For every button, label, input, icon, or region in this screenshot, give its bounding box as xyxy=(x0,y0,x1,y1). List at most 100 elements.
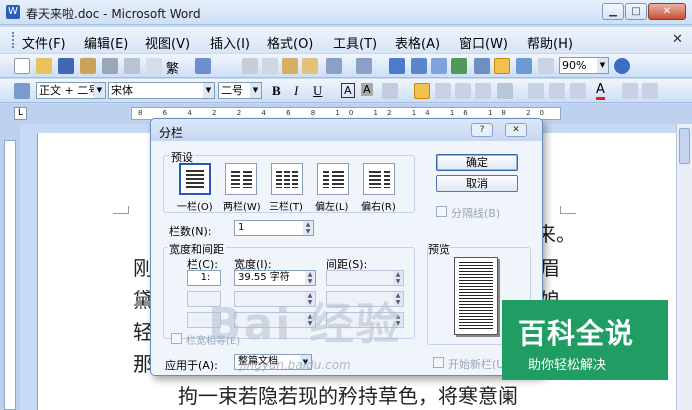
align-center-icon[interactable] xyxy=(435,83,451,99)
zoom-value: 90% xyxy=(562,59,587,72)
redo-icon[interactable] xyxy=(356,58,372,74)
line-spacing-icon[interactable] xyxy=(497,83,513,99)
italic-button[interactable]: I xyxy=(294,83,298,99)
research-icon[interactable] xyxy=(146,58,162,74)
zoom-select[interactable]: 90% ▼ xyxy=(559,57,609,74)
col-number-1-text: 1: xyxy=(200,272,211,283)
dialog-close-button[interactable]: ✕ xyxy=(505,123,527,137)
insert-excel-icon[interactable] xyxy=(451,58,467,74)
numbering-icon[interactable] xyxy=(528,83,544,99)
align-right-icon[interactable] xyxy=(455,83,471,99)
spelling-icon[interactable] xyxy=(195,58,211,74)
font-color-button[interactable]: A xyxy=(596,82,605,100)
char-border-button[interactable]: A xyxy=(341,83,355,98)
columns-icon[interactable] xyxy=(474,58,490,74)
underline-button[interactable]: U xyxy=(313,83,322,99)
preset-right-label: 偏右(R) xyxy=(361,202,396,213)
scroll-thumb[interactable] xyxy=(679,128,690,164)
preset-one[interactable] xyxy=(179,163,211,195)
spacing-input-1[interactable]: ▲ ▼ xyxy=(326,270,404,286)
paste-icon[interactable] xyxy=(282,58,298,74)
permission-icon[interactable] xyxy=(80,58,96,74)
grow-font-icon[interactable] xyxy=(622,83,638,99)
maximize-button[interactable]: □ xyxy=(625,3,647,20)
format-painter-icon[interactable] xyxy=(302,58,318,74)
tables-borders-icon[interactable] xyxy=(411,58,427,74)
spin-arrows-icon: ▲ ▼ xyxy=(393,271,403,285)
width-input-1[interactable]: 39.55 字符 ▲ ▼ xyxy=(234,270,316,286)
help-icon[interactable] xyxy=(614,58,630,74)
menu-help[interactable]: 帮助(H) xyxy=(527,33,573,52)
save-icon[interactable] xyxy=(58,58,74,74)
print-preview-icon[interactable] xyxy=(124,58,140,74)
preset-two[interactable] xyxy=(225,163,257,195)
separator-checkbox[interactable] xyxy=(436,206,447,217)
cancel-button[interactable]: 取消 xyxy=(436,175,518,192)
close-button[interactable]: ✕ xyxy=(648,3,686,20)
open-icon[interactable] xyxy=(36,58,52,74)
menu-insert[interactable]: 插入(I) xyxy=(210,33,250,52)
align-left-icon[interactable] xyxy=(414,83,430,99)
print-icon[interactable] xyxy=(102,58,118,74)
shrink-font-icon[interactable] xyxy=(642,83,658,99)
spin-arrows-icon[interactable]: ▲ ▼ xyxy=(305,271,315,285)
preset-two-label: 两栏(W) xyxy=(223,202,261,213)
spin-arrows-icon[interactable]: ▲ ▼ xyxy=(303,221,313,235)
show-hide-icon[interactable] xyxy=(538,58,554,74)
new-column-checkbox[interactable] xyxy=(433,357,444,368)
new-doc-icon[interactable] xyxy=(14,58,30,74)
dialog-titlebar[interactable]: 分栏 ? ✕ xyxy=(151,119,542,141)
drawing-icon[interactable] xyxy=(494,58,510,74)
menu-window[interactable]: 窗口(W) xyxy=(459,33,508,52)
apply-to-label: 应用于(A): xyxy=(165,359,218,372)
dialog-title: 分栏 xyxy=(159,126,184,140)
font-size-select[interactable]: 二号 ▼ xyxy=(218,82,262,99)
baike-badge-title: 百科全说 xyxy=(518,317,635,350)
standard-toolbar: 繁 90% ▼ xyxy=(0,54,692,78)
justify-icon[interactable] xyxy=(475,83,491,99)
word-app-icon[interactable]: W xyxy=(6,5,20,19)
tab-selector[interactable]: L xyxy=(14,107,27,120)
styles-icon[interactable] xyxy=(14,83,30,99)
decrease-indent-icon[interactable] xyxy=(570,83,586,99)
preset-left[interactable] xyxy=(317,163,349,195)
dialog-help-button[interactable]: ? xyxy=(471,123,493,137)
insert-table-icon[interactable] xyxy=(431,58,447,74)
menu-bar: 文件(F) 编辑(E) 视图(V) 插入(I) 格式(O) 工具(T) 表格(A… xyxy=(0,27,692,53)
ok-button[interactable]: 确定 xyxy=(436,154,518,171)
traditional-chinese-button[interactable]: 繁 xyxy=(166,58,179,77)
menu-table[interactable]: 表格(A) xyxy=(395,33,440,52)
char-scale-icon[interactable] xyxy=(382,83,398,99)
hyperlink-icon[interactable] xyxy=(389,58,405,74)
minimize-button[interactable]: ▁ xyxy=(602,3,624,20)
char-shade-button[interactable]: A xyxy=(361,83,373,96)
bold-button[interactable]: B xyxy=(272,83,281,99)
preset-left-label: 偏左(L) xyxy=(315,202,349,213)
baidu-watermark: Bai 经验 xyxy=(208,299,402,350)
chevron-down-icon: ▼ xyxy=(203,83,214,98)
font-select[interactable]: 宋体 ▼ xyxy=(108,82,215,99)
document-map-icon[interactable] xyxy=(516,58,532,74)
cut-icon[interactable] xyxy=(242,58,258,74)
preset-right[interactable] xyxy=(363,163,395,195)
style-select[interactable]: 正文 + 二号 ▼ xyxy=(36,82,106,99)
bullets-icon[interactable] xyxy=(549,83,565,99)
copy-icon[interactable] xyxy=(262,58,278,74)
new-column-label: 开始新栏(U) xyxy=(448,358,509,371)
menu-view[interactable]: 视图(V) xyxy=(145,33,190,52)
vertical-scrollbar[interactable] xyxy=(676,124,692,410)
menu-format[interactable]: 格式(O) xyxy=(267,33,313,52)
preset-three[interactable] xyxy=(271,163,303,195)
col-number-1: 1: xyxy=(187,270,221,286)
chevron-down-icon: ▼ xyxy=(597,58,608,73)
equal-width-checkbox[interactable] xyxy=(171,333,182,344)
preset-one-label: 一栏(O) xyxy=(177,202,213,213)
menu-edit[interactable]: 编辑(E) xyxy=(84,33,128,52)
menu-file[interactable]: 文件(F) xyxy=(22,33,66,52)
vertical-ruler-white xyxy=(4,140,16,410)
menu-tools[interactable]: 工具(T) xyxy=(333,33,377,52)
font-value: 宋体 xyxy=(111,84,133,97)
num-cols-input[interactable]: 1 ▲ ▼ xyxy=(234,220,314,236)
close-doc-icon[interactable]: ✕ xyxy=(672,32,683,47)
undo-icon[interactable] xyxy=(326,58,342,74)
